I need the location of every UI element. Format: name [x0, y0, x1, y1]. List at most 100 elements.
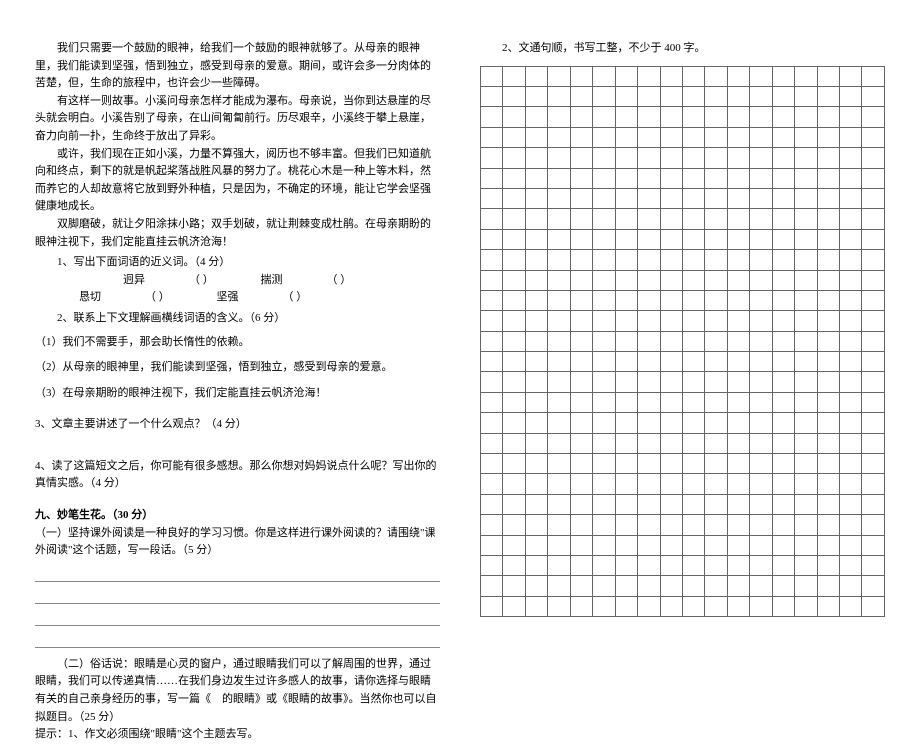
grid-cell [571, 271, 593, 290]
passage-p1: 我们只需要一个鼓励的眼神，给我们一个鼓励的眼神就够了。从母亲的眼神里，我们能读到… [35, 40, 440, 93]
grid-cell [818, 311, 840, 330]
grid-cell [661, 434, 683, 453]
grid-cell [862, 515, 883, 534]
grid-cell [728, 271, 750, 290]
grid-cell [705, 474, 727, 493]
grid-cell [773, 332, 795, 351]
grid-cell [503, 556, 525, 575]
grid-cell [526, 311, 548, 330]
grid-row [481, 597, 884, 616]
grid-cell [705, 291, 727, 310]
grid-cell [661, 128, 683, 147]
grid-cell [548, 311, 570, 330]
grid-cell [750, 556, 772, 575]
grid-cell [503, 536, 525, 555]
grid-cell [548, 413, 570, 432]
grid-cell [548, 271, 570, 290]
grid-cell [683, 332, 705, 351]
grid-cell [728, 413, 750, 432]
grid-row [481, 474, 884, 494]
grid-cell [503, 332, 525, 351]
grid-cell [862, 271, 883, 290]
grid-cell [840, 67, 862, 86]
grid-cell [571, 434, 593, 453]
grid-cell [773, 413, 795, 432]
grid-cell [616, 393, 638, 412]
grid-cell [795, 372, 817, 391]
grid-cell [526, 209, 548, 228]
grid-cell [661, 189, 683, 208]
grid-cell [638, 536, 660, 555]
grid-cell [683, 576, 705, 595]
grid-cell [705, 352, 727, 371]
grid-cell [548, 230, 570, 249]
grid-cell [728, 352, 750, 371]
grid-cell [773, 87, 795, 106]
q1-blank-2: （ ） [283, 272, 352, 290]
grid-cell [593, 393, 615, 412]
grid-row [481, 372, 884, 392]
grid-cell [481, 332, 503, 351]
grid-cell [773, 474, 795, 493]
grid-cell [526, 169, 548, 188]
grid-cell [705, 107, 727, 126]
grid-cell [661, 576, 683, 595]
grid-cell [526, 230, 548, 249]
grid-cell [548, 536, 570, 555]
grid-cell [526, 434, 548, 453]
grid-cell [616, 209, 638, 228]
grid-cell [481, 230, 503, 249]
grid-cell [728, 372, 750, 391]
grid-cell [818, 413, 840, 432]
grid-cell [750, 474, 772, 493]
grid-cell [773, 107, 795, 126]
answer-line [35, 632, 440, 648]
grid-cell [526, 372, 548, 391]
grid-cell [862, 169, 883, 188]
grid-cell [593, 169, 615, 188]
grid-cell [683, 87, 705, 106]
grid-cell [773, 576, 795, 595]
grid-cell [683, 393, 705, 412]
grid-cell [750, 250, 772, 269]
grid-cell [862, 393, 883, 412]
grid-cell [548, 250, 570, 269]
grid-cell [818, 291, 840, 310]
grid-cell [840, 148, 862, 167]
q2-sub1: （1）我们不需要手，那会助长惰性的依赖。 [35, 334, 440, 352]
grid-cell [862, 536, 883, 555]
grid-cell [773, 372, 795, 391]
grid-cell [683, 454, 705, 473]
grid-cell [840, 107, 862, 126]
grid-cell [750, 107, 772, 126]
grid-cell [571, 87, 593, 106]
grid-cell [795, 291, 817, 310]
grid-cell [818, 271, 840, 290]
grid-cell [818, 87, 840, 106]
q2-sub3: （3）在母亲期盼的眼神注视下，我们定能直挂云帆济沧海！ [35, 385, 440, 403]
grid-cell [503, 352, 525, 371]
grid-cell [728, 495, 750, 514]
grid-cell [661, 393, 683, 412]
grid-cell [795, 311, 817, 330]
grid-row [481, 311, 884, 331]
grid-cell [548, 434, 570, 453]
grid-cell [773, 128, 795, 147]
grid-cell [818, 576, 840, 595]
grid-cell [862, 209, 883, 228]
grid-cell [481, 434, 503, 453]
grid-cell [571, 250, 593, 269]
grid-cell [795, 556, 817, 575]
grid-cell [638, 434, 660, 453]
grid-cell [548, 495, 570, 514]
grid-cell [795, 352, 817, 371]
grid-cell [616, 372, 638, 391]
grid-cell [616, 474, 638, 493]
grid-cell [750, 148, 772, 167]
q3: 3、文章主要讲述了一个什么观点？（4 分） [35, 416, 440, 434]
grid-cell [750, 352, 772, 371]
grid-cell [818, 332, 840, 351]
grid-cell [661, 597, 683, 616]
grid-cell [638, 515, 660, 534]
grid-cell [728, 434, 750, 453]
